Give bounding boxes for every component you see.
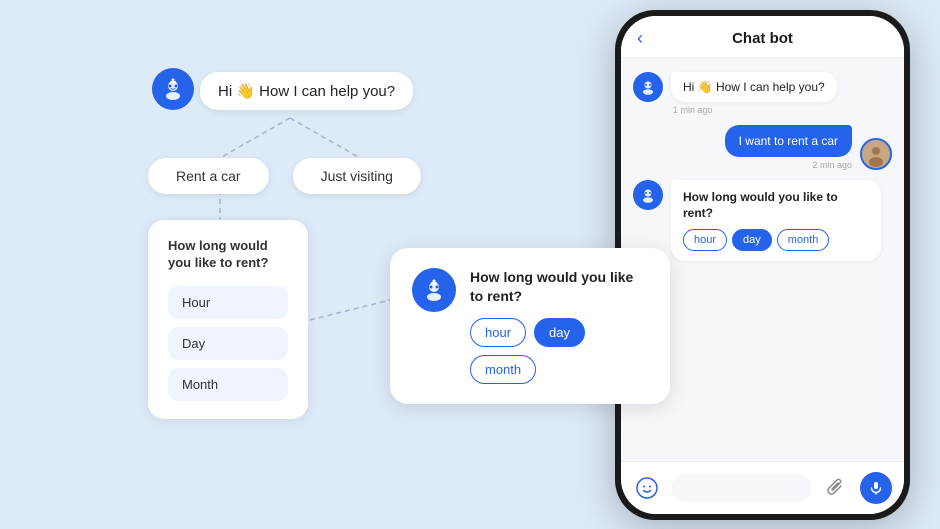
bot-avatar-msg2 <box>633 180 663 210</box>
phone-header: ‹ Chat bot <box>621 16 904 58</box>
bot-question-bubble: How long would you like to rent? hour da… <box>671 180 881 261</box>
preview-chip-day[interactable]: day <box>534 318 585 347</box>
phone-chip-month[interactable]: month <box>777 229 830 251</box>
flow-bot-avatar <box>152 68 194 110</box>
bot-msg1-timestamp: 1 min ago <box>671 105 837 115</box>
phone-title: Chat bot <box>732 30 793 47</box>
preview-card-content: How long would you like to rent? hour da… <box>470 268 648 384</box>
attachment-icon[interactable] <box>822 474 850 502</box>
greeting-bubble: Hi 👋 How I can help you? <box>200 72 413 110</box>
option-card: How long would you like to rent? Hour Da… <box>148 220 308 419</box>
chat-preview-card: How long would you like to rent? hour da… <box>390 248 670 404</box>
option-month[interactable]: Month <box>168 368 288 401</box>
option-day[interactable]: Day <box>168 327 288 360</box>
preview-chips: hour day month <box>470 318 648 384</box>
message-input-field[interactable] <box>671 474 812 502</box>
bot-message-1-content: Hi 👋 How I can help you? 1 min ago <box>671 72 837 115</box>
bot-message-2-content: How long would you like to rent? hour da… <box>671 180 881 261</box>
phone-chip-day[interactable]: day <box>732 229 772 251</box>
preview-bot-avatar <box>412 268 456 312</box>
preview-chip-hour[interactable]: hour <box>470 318 526 347</box>
preview-chip-month[interactable]: month <box>470 355 536 384</box>
bot-bubble-1: Hi 👋 How I can help you? <box>671 72 837 102</box>
user-bubble-1: I want to rent a car <box>725 125 852 157</box>
choice-row: Rent a car Just visiting <box>148 158 421 194</box>
phone-chip-hour[interactable]: hour <box>683 229 727 251</box>
phone-input-bar <box>621 461 904 514</box>
user-message-1-content: I want to rent a car 2 min ago <box>725 125 852 170</box>
phone-chips-row: hour day month <box>683 229 869 251</box>
choice-just-visiting[interactable]: Just visiting <box>293 158 421 194</box>
bot-avatar-msg1 <box>633 72 663 102</box>
mic-button[interactable] <box>860 472 892 504</box>
option-hour[interactable]: Hour <box>168 286 288 319</box>
bot-message-1: Hi 👋 How I can help you? 1 min ago <box>633 72 892 115</box>
user-avatar <box>860 138 892 170</box>
emoji-icon[interactable] <box>633 474 661 502</box>
option-card-title: How long would you like to rent? <box>168 238 288 272</box>
bot-question-text: How long would you like to rent? <box>683 190 869 221</box>
user-msg1-timestamp: 2 min ago <box>725 160 852 170</box>
phone-back-button[interactable]: ‹ <box>637 28 643 49</box>
preview-question: How long would you like to rent? <box>470 268 648 306</box>
user-message-1: I want to rent a car 2 min ago <box>633 125 892 170</box>
bot-message-2: How long would you like to rent? hour da… <box>633 180 892 261</box>
choice-rent-a-car[interactable]: Rent a car <box>148 158 269 194</box>
